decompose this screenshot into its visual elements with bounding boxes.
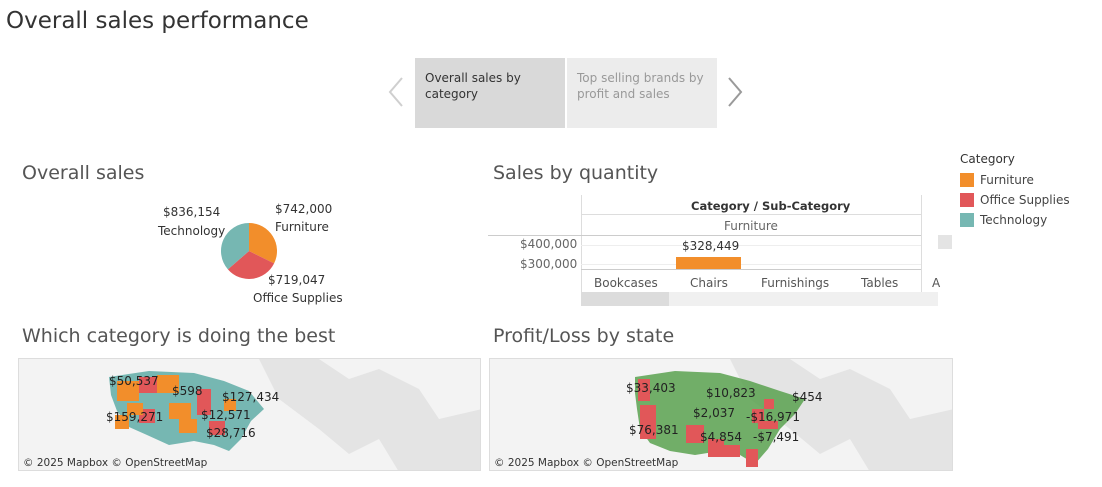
best-category-title: Which category is doing the best (22, 325, 336, 347)
pie-category-label-office-supplies: Office Supplies (253, 291, 343, 305)
map-attribution[interactable]: © 2025 Mapbox © OpenStreetMap (23, 457, 207, 469)
y-tick-label: $300,000 (520, 257, 578, 271)
overall-sales-pie[interactable] (220, 222, 278, 280)
map-label: -$16,971 (746, 410, 800, 424)
sales-by-quantity-chart[interactable]: Category / Sub-Category Furniture $400,0… (488, 192, 952, 310)
map-label: $2,037 (693, 406, 735, 420)
bar-chairs[interactable] (676, 257, 741, 269)
map-label: $12,571 (201, 408, 251, 422)
pie-category-label-furniture: Furniture (275, 220, 329, 234)
legend-item-office-supplies[interactable]: Office Supplies (960, 190, 1070, 210)
map-label: $28,716 (206, 426, 256, 440)
y-tick-label: $400,000 (520, 237, 578, 251)
map-label: $76,381 (629, 423, 679, 437)
legend-label: Office Supplies (980, 193, 1070, 207)
header-line (488, 235, 921, 236)
legend-item-furniture[interactable]: Furniture (960, 170, 1070, 190)
profit-loss-map[interactable]: $33,403 $10,823 $454 $2,037 -$16,971 $76… (489, 358, 953, 471)
pie-value-label-furniture: $742,000 (275, 202, 333, 216)
vertical-scrollbar[interactable] (938, 235, 952, 249)
legend-label: Furniture (980, 173, 1034, 187)
chart-divider (581, 195, 582, 292)
x-tick-bookcases: Bookcases (594, 276, 658, 290)
legend-item-technology[interactable]: Technology (960, 210, 1070, 230)
chart-header: Category / Sub-Category (691, 199, 851, 213)
x-tick-chairs: Chairs (690, 276, 728, 290)
legend-label: Technology (980, 213, 1048, 227)
map-label: $127,434 (222, 390, 280, 404)
pie-value-label-technology: $836,154 (163, 205, 221, 219)
chart-group-label: Furniture (724, 219, 778, 233)
gridline (581, 264, 921, 265)
profit-loss-title: Profit/Loss by state (493, 325, 675, 347)
legend-title: Category (960, 152, 1015, 166)
swatch-furniture (960, 173, 974, 187)
story-tab-top-brands[interactable]: Top selling brands by profit and sales (567, 58, 717, 128)
x-tick-truncated: A (932, 276, 941, 290)
sales-by-quantity-title: Sales by quantity (493, 162, 659, 184)
category-map[interactable]: $50,537 $598 $127,434 $159,271 $12,571 $… (18, 358, 481, 471)
chevron-right-icon[interactable] (727, 76, 743, 114)
x-tick-furnishings: Furnishings (761, 276, 830, 290)
x-axis-line (581, 269, 921, 270)
chevron-left-icon[interactable] (388, 76, 404, 114)
map-label: $10,823 (706, 386, 756, 400)
map-label: $4,854 (700, 430, 742, 444)
map-label: $598 (172, 384, 203, 398)
category-legend: Category Furniture Office Supplies Techn… (960, 152, 1070, 230)
page-title: Overall sales performance (6, 8, 309, 34)
pie-value-label-office-supplies: $719,047 (268, 273, 326, 287)
gridline (581, 245, 921, 246)
horizontal-scrollbar-thumb[interactable] (581, 292, 669, 306)
pie-category-label-technology: Technology (158, 224, 226, 238)
map-label: $159,271 (106, 410, 164, 424)
header-line (581, 214, 921, 215)
swatch-office-supplies (960, 193, 974, 207)
x-tick-tables: Tables (861, 276, 899, 290)
bar-value-label: $328,449 (682, 239, 740, 253)
map-attribution[interactable]: © 2025 Mapbox © OpenStreetMap (494, 457, 678, 469)
map-label: $454 (792, 390, 823, 404)
overall-sales-title: Overall sales (22, 162, 145, 184)
swatch-technology (960, 213, 974, 227)
chart-divider (921, 195, 922, 292)
story-tab-overall-sales[interactable]: Overall sales by category (415, 58, 565, 128)
map-label: $33,403 (626, 381, 676, 395)
map-label: -$7,491 (753, 430, 800, 444)
map-label: $50,537 (109, 374, 159, 388)
